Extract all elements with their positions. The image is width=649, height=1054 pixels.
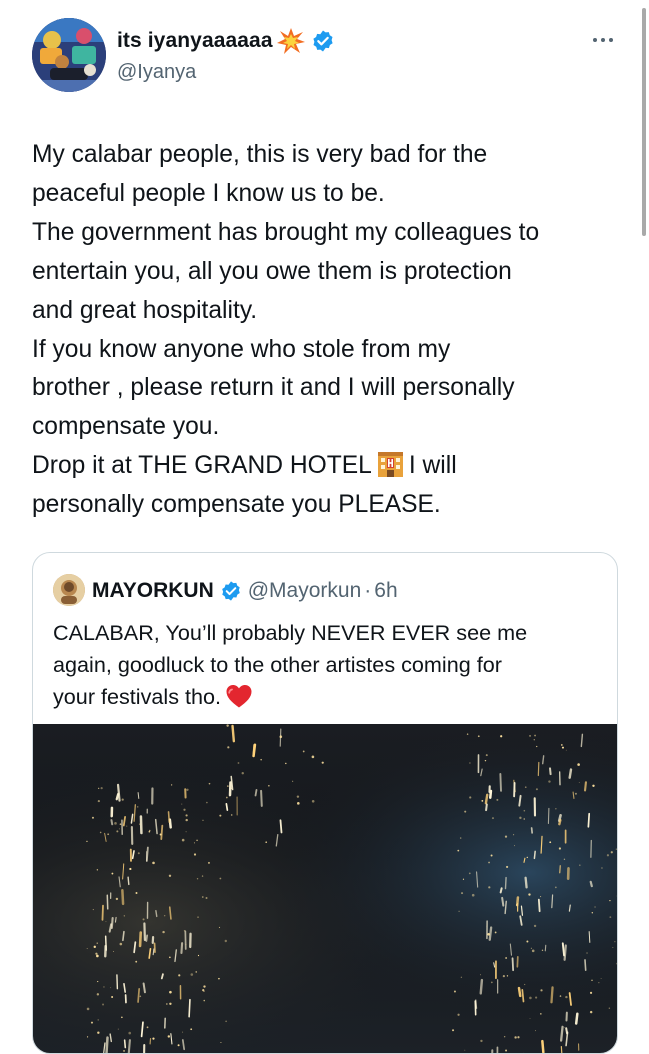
author-handle[interactable]: @Iyanya — [117, 61, 196, 84]
tweet-text-line: My calabar people, this is very bad for … — [32, 136, 632, 175]
quoted-text-line: again, goodluck to the other artistes co… — [53, 649, 609, 681]
collision-icon — [277, 28, 305, 54]
quoted-timestamp[interactable]: 6h — [374, 579, 397, 603]
verified-badge-icon — [220, 580, 242, 602]
tweet-text-segment: Drop it at THE GRAND HOTEL — [32, 452, 372, 479]
quoted-text-line: your festivals tho. — [53, 681, 609, 713]
author-name-row: its iyanyaaaaaa — [117, 27, 335, 55]
quoted-handle[interactable]: @Mayorkun — [248, 579, 362, 603]
tweet-text-line: and great hospitality. — [32, 292, 632, 331]
more-dots-icon — [591, 36, 615, 44]
tweet-text-line: If you know anyone who stole from my — [32, 331, 632, 370]
quoted-author-avatar[interactable] — [53, 574, 85, 606]
tweet-text-line: brother , please return it and I will pe… — [32, 369, 632, 408]
tweet-text: My calabar people, this is very bad for … — [32, 136, 632, 525]
tweet-text-segment: I will — [409, 452, 457, 479]
quoted-text-line: CALABAR, You’ll probably NEVER EVER see … — [53, 617, 609, 649]
separator-dot: · — [364, 579, 371, 603]
quoted-header: MAYORKUN @Mayorkun · 6h — [92, 578, 398, 604]
fireworks-image — [33, 724, 617, 1054]
quoted-media-video[interactable] — [33, 724, 617, 1054]
quoted-text: CALABAR, You’ll probably NEVER EVER see … — [53, 617, 609, 713]
author-display-name[interactable]: its iyanyaaaaaa — [117, 29, 273, 53]
tweet-text-line: entertain you, all you owe them is prote… — [32, 253, 632, 292]
hotel-icon — [375, 449, 406, 477]
quoted-display-name[interactable]: MAYORKUN — [92, 579, 214, 603]
tweet-text-line: The government has brought my colleagues… — [32, 214, 632, 253]
tweet-text-line: Drop it at THE GRAND HOTEL I will — [32, 447, 632, 486]
tweet-text-line: peaceful people I know us to be. — [32, 175, 632, 214]
tweet-text-line: personally compensate you PLEASE. — [32, 486, 632, 525]
scrollbar[interactable] — [642, 8, 646, 236]
more-options-button[interactable] — [586, 30, 620, 50]
tweet-text-line: compensate you. — [32, 408, 632, 447]
quoted-tweet-card[interactable]: MAYORKUN @Mayorkun · 6h CALABAR, You’ll … — [32, 552, 618, 1054]
red-heart-icon — [225, 683, 253, 709]
verified-badge-icon — [311, 29, 335, 53]
quoted-text-segment: your festivals tho. — [53, 684, 221, 709]
author-avatar[interactable] — [32, 18, 106, 92]
